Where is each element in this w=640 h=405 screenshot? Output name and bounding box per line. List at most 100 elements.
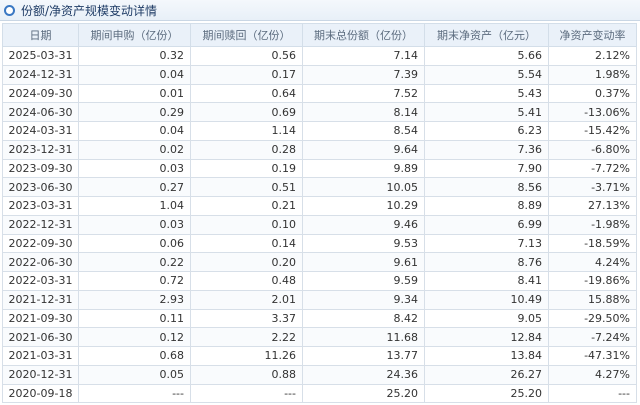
date-cell: 2022-03-31 [2,271,79,291]
col-header-change-rate: 净资产变动率 [548,23,637,47]
net-assets-cell: 6.99 [424,214,549,235]
col-header-redemption: 期间赎回（亿份） [190,23,303,47]
change-rate-cell: 0.37% [548,83,637,104]
subscription-cell: 0.02 [78,139,191,160]
subscription-cell: 0.72 [78,271,191,291]
total-shares-cell: 9.61 [302,252,425,272]
change-rate-cell: -18.59% [548,233,637,254]
section-title: 份额/净资产规模变动详情 [21,3,158,18]
redemption-cell: 3.37 [190,308,303,329]
net-assets-cell: 7.13 [424,233,549,254]
table-row: 2024-06-30 0.29 0.69 8.14 5.41 -13.06% [2,102,637,122]
net-assets-cell: 13.84 [424,346,549,366]
total-shares-cell: 7.14 [302,46,425,66]
net-assets-cell: 7.90 [424,158,549,179]
date-cell: 2023-03-31 [2,196,79,216]
change-rate-cell: -47.31% [548,346,637,366]
total-shares-cell: 13.77 [302,346,425,366]
subscription-cell: 0.29 [78,102,191,122]
redemption-cell: 0.20 [190,252,303,272]
date-cell: 2023-09-30 [2,158,79,179]
redemption-cell: 0.88 [190,364,303,385]
change-rate-cell: -7.72% [548,158,637,179]
table-row: 2021-09-30 0.11 3.37 8.42 9.05 -29.50% [2,308,637,329]
date-cell: 2023-06-30 [2,177,79,197]
table-row: 2025-03-31 0.32 0.56 7.14 5.66 2.12% [2,46,637,66]
subscription-cell: 0.06 [78,233,191,254]
net-assets-cell: 12.84 [424,327,549,347]
table-row: 2023-03-31 1.04 0.21 10.29 8.89 27.13% [2,196,637,216]
date-cell: 2021-03-31 [2,346,79,366]
net-assets-cell: 5.41 [424,102,549,122]
col-header-date: 日期 [2,23,79,47]
circle-icon [4,4,15,16]
col-header-subscription: 期间申购（亿份） [78,23,191,47]
table-row: 2020-12-31 0.05 0.88 24.36 26.27 4.27% [2,364,637,385]
subscription-cell: 0.03 [78,214,191,235]
net-assets-cell: 10.49 [424,289,549,310]
table-row: 2023-06-30 0.27 0.51 10.05 8.56 -3.71% [2,177,637,197]
change-rate-cell: 1.98% [548,64,637,85]
date-cell: 2024-09-30 [2,83,79,104]
total-shares-cell: 10.05 [302,177,425,197]
subscription-cell: 0.22 [78,252,191,272]
net-assets-cell: 8.89 [424,196,549,216]
table-row: 2022-03-31 0.72 0.48 9.59 8.41 -19.86% [2,271,637,291]
redemption-cell: 0.64 [190,83,303,104]
net-assets-cell: 5.43 [424,83,549,104]
net-assets-cell: 5.54 [424,64,549,85]
subscription-cell: --- [78,383,191,404]
change-rate-cell: -1.98% [548,214,637,235]
date-cell: 2022-09-30 [2,233,79,254]
subscription-cell: 0.03 [78,158,191,179]
date-cell: 2022-06-30 [2,252,79,272]
change-rate-cell: 4.24% [548,252,637,272]
change-rate-cell: -15.42% [548,121,637,141]
table-row: 2021-06-30 0.12 2.22 11.68 12.84 -7.24% [2,327,637,347]
date-cell: 2020-12-31 [2,364,79,385]
total-shares-cell: 11.68 [302,327,425,347]
redemption-cell: 0.69 [190,102,303,122]
redemption-cell: 1.14 [190,121,303,141]
redemption-cell: 2.22 [190,327,303,347]
total-shares-cell: 7.52 [302,83,425,104]
redemption-cell: 0.10 [190,214,303,235]
total-shares-cell: 10.29 [302,196,425,216]
net-assets-cell: 7.36 [424,139,549,160]
table-header-row: 日期 期间申购（亿份） 期间赎回（亿份） 期末总份额（亿份） 期末净资产（亿元）… [2,23,637,47]
table-row: 2022-09-30 0.06 0.14 9.53 7.13 -18.59% [2,233,637,254]
date-cell: 2024-06-30 [2,102,79,122]
total-shares-cell: 9.46 [302,214,425,235]
subscription-cell: 0.04 [78,64,191,85]
subscription-cell: 1.04 [78,196,191,216]
redemption-cell: 0.19 [190,158,303,179]
total-shares-cell: 8.42 [302,308,425,329]
subscription-cell: 0.11 [78,308,191,329]
total-shares-cell: 9.53 [302,233,425,254]
net-assets-cell: 6.23 [424,121,549,141]
subscription-cell: 0.04 [78,121,191,141]
subscription-cell: 0.68 [78,346,191,366]
date-cell: 2021-09-30 [2,308,79,329]
net-assets-cell: 8.56 [424,177,549,197]
change-rate-cell: 2.12% [548,46,637,66]
table-row: 2024-12-31 0.04 0.17 7.39 5.54 1.98% [2,64,637,85]
net-assets-cell: 8.76 [424,252,549,272]
total-shares-cell: 9.89 [302,158,425,179]
redemption-cell: 0.28 [190,139,303,160]
subscription-cell: 2.93 [78,289,191,310]
total-shares-cell: 9.59 [302,271,425,291]
total-shares-cell: 9.34 [302,289,425,310]
redemption-cell: --- [190,383,303,404]
redemption-cell: 0.21 [190,196,303,216]
change-rate-cell: -6.80% [548,139,637,160]
redemption-cell: 2.01 [190,289,303,310]
col-header-total-shares: 期末总份额（亿份） [302,23,425,47]
date-cell: 2022-12-31 [2,214,79,235]
total-shares-cell: 7.39 [302,64,425,85]
table-row: 2024-09-30 0.01 0.64 7.52 5.43 0.37% [2,83,637,104]
net-assets-cell: 25.20 [424,383,549,404]
date-cell: 2021-06-30 [2,327,79,347]
table-row: 2020-09-18 --- --- 25.20 25.20 --- [2,383,637,404]
date-cell: 2025-03-31 [2,46,79,66]
